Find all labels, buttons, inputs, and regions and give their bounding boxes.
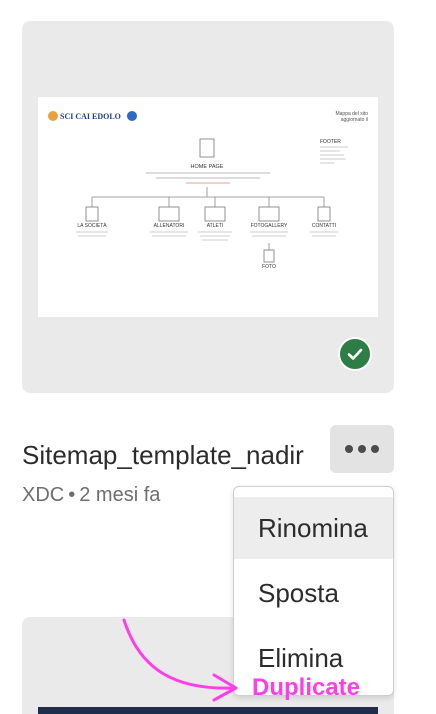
duplicate-annotation-label: Duplicate <box>252 674 361 701</box>
file-meta: XDC • 2 mesi fa <box>22 484 160 507</box>
file-card[interactable]: SCI CAI EDOLO Mappa del sito aggiornato … <box>22 21 394 393</box>
file-thumbnail <box>38 707 378 714</box>
page-node <box>263 249 275 263</box>
thumb-home-label: HOME PAGE <box>191 164 224 170</box>
thumb-subpage-label: FOTO <box>262 264 276 270</box>
logo-mark-left <box>48 111 58 121</box>
more-options-icon <box>345 445 353 453</box>
sitemap-preview: SCI CAI EDOLO Mappa del sito aggiornato … <box>48 111 368 270</box>
thumb-page-label: LA SOCIETÀ <box>77 222 107 229</box>
page-node <box>158 206 180 222</box>
page-node <box>85 206 99 222</box>
thumb-page-label: ALLENATORI <box>154 223 185 229</box>
page-node <box>258 206 280 222</box>
page-node <box>317 206 331 222</box>
thumb-footer-label: FOOTER <box>320 139 341 145</box>
file-type: XDC <box>22 484 65 506</box>
thumb-corner-title-2: aggiornato il <box>341 117 368 123</box>
menu-item-rinomina[interactable]: Rinomina <box>234 497 393 559</box>
context-menu: Rinomina Sposta Elimina <box>233 486 394 696</box>
more-options-button[interactable] <box>330 425 394 473</box>
thumb-page-label: CONTATTI <box>312 223 336 229</box>
menu-item-sposta[interactable]: Sposta <box>234 562 393 624</box>
thumb-page-label: FOTOGALLERY <box>251 223 288 229</box>
logo-mark-right <box>127 111 137 121</box>
file-name[interactable]: Sitemap_template_nadir <box>22 440 304 471</box>
thumb-logo-text: SCI CAI EDOLO <box>60 112 121 121</box>
page-node <box>204 206 226 222</box>
file-modified: 2 mesi fa <box>79 484 161 506</box>
file-thumbnail: SCI CAI EDOLO Mappa del sito aggiornato … <box>38 97 378 317</box>
thumb-page-label: ATLETI <box>207 223 224 229</box>
synced-checkmark-icon <box>338 337 372 371</box>
meta-separator: • <box>68 484 76 506</box>
home-page-node <box>199 138 215 158</box>
